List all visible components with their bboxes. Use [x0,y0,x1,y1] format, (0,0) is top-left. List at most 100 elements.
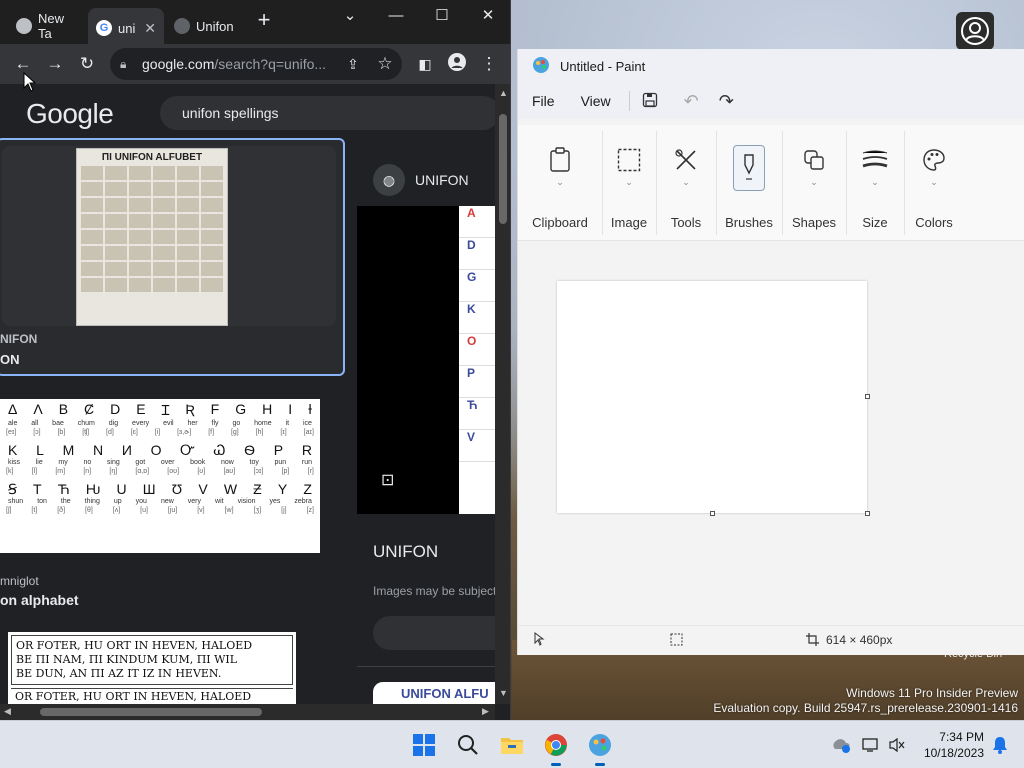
share-icon[interactable]: ⇪ [342,53,364,75]
divider [357,666,495,667]
alphabet-letter: L [36,442,44,458]
new-tab-button[interactable]: + [250,9,278,31]
google-search-input[interactable]: unifon spellings [160,96,495,130]
notification-bell-icon[interactable] [985,730,1015,760]
resize-handle-bottom[interactable] [710,511,715,516]
alphabet-letter: E [136,401,146,417]
file-explorer-icon[interactable] [497,730,527,760]
menu-divider [628,91,630,111]
close-tab-icon[interactable]: ✕ [144,20,156,37]
alphabet-letter: W [223,481,238,497]
user-avatar-icon[interactable] [956,12,994,50]
chrome-icon[interactable] [541,730,571,766]
forward-arrow-icon[interactable]: → [44,53,66,75]
ribbon-image[interactable]: ⌄ Image [602,125,656,241]
google-logo[interactable]: Google [26,98,114,130]
alphabet-ipa-row: [eɪ] [ɔ] [b] [ʧ] [d] [ɛ] [i] [ɜ,ɚ] [f] [g] [h] [ɪ] [… [2,429,318,436]
scrollbar-thumb[interactable] [499,114,507,224]
paint-menubar: File View ↶ ↷ [518,83,1024,119]
lords-prayer-image[interactable]: OR FOTER, HU ORT IN HEVEN, HALOED BE ΠI … [8,632,296,704]
image-result-selected[interactable]: ΠI UNIFON ALFUBET NIFON ON [0,138,345,376]
result-title[interactable]: ON [0,352,20,367]
alphabet-word: toy [249,459,259,466]
scroll-right-arrow-icon[interactable]: ▶ [482,706,489,717]
scroll-down-arrow-icon[interactable]: ▼ [499,688,508,698]
ribbon-size[interactable]: ⌄ Size [846,125,904,241]
security-icon[interactable] [826,730,856,760]
resize-handle-right[interactable] [865,394,870,399]
maximize-button[interactable]: ☐ [428,6,456,26]
url-path: /search?q=unifo... [214,56,327,72]
tab-search-chevron-icon[interactable]: ⌄ [336,6,364,26]
alphabet-letter: Ꮕ [180,442,195,458]
paint-icon[interactable] [585,730,615,766]
unifon-poster-image[interactable]: ΠI UNIFON ALFUBET [76,148,228,326]
ribbon-colors[interactable]: ⌄ Colors [904,125,964,241]
scrollbar-thumb[interactable] [40,708,262,716]
visit-button[interactable] [373,616,495,650]
selection-size-icon [670,633,683,649]
tab-google-search[interactable]: G uni ✕ [88,8,164,48]
taskbar: 7:34 PM 10/18/2023 [0,720,1024,768]
alphabet-letter: B [58,401,69,417]
profile-icon[interactable] [446,53,468,75]
tab-new-tab[interactable]: New Ta [8,10,88,42]
panel-title[interactable]: UNIFON [373,542,438,562]
ribbon-label: Brushes [725,215,773,230]
alphabet-chart-image[interactable]: Δ Λ B Ȼ D E Ɪ Ʀ F G H I Ɨale all bae chum dig every evil he… [0,399,320,553]
volume-muted-icon[interactable] [882,730,912,760]
chrome-menu-icon[interactable]: ⋮ [478,53,500,75]
start-icon[interactable] [409,730,439,760]
alphabet-ipa: [ʒ] [253,507,262,514]
menu-view[interactable]: View [581,93,611,109]
minimize-button[interactable]: — [382,6,410,26]
bookmark-star-icon[interactable]: ☆ [374,53,396,75]
alphabet-letter: P [273,442,284,458]
ribbon-label: Shapes [791,215,837,230]
alphabet-ipa: [k] [6,468,14,475]
preview-image[interactable]: ADGKOPЋV [357,206,495,514]
window-title: Untitled - Paint [560,58,646,74]
redo-icon[interactable]: ↷ [719,91,734,112]
result-title[interactable]: on alphabet [0,592,79,608]
alphabet-ipa: [r] [307,468,314,475]
google-lens-icon[interactable]: ⊡ [381,470,394,490]
clock[interactable]: 7:34 PM 10/18/2023 [918,729,984,761]
scroll-up-arrow-icon[interactable]: ▲ [499,88,508,98]
resize-handle-corner[interactable] [865,511,870,516]
side-panel-icon[interactable]: ◧ [414,53,436,75]
save-icon[interactable] [642,92,658,111]
ribbon-label: Tools [670,215,702,230]
panel-source[interactable]: ◍ UNIFON [373,164,469,196]
tab-unifon[interactable]: Unifon [166,10,246,42]
scroll-left-arrow-icon[interactable]: ◀ [4,706,11,717]
close-window-button[interactable]: ✕ [474,6,502,26]
chrome-icon [16,18,32,34]
alphabet-word: up [113,498,122,505]
watermark-line-1: Windows 11 Pro Insider Preview [846,686,1018,700]
alphabet-letter: И [121,442,132,458]
ribbon-label: Size [862,215,888,230]
url-domain: google.com [142,56,215,72]
ribbon-brushes[interactable]: Brushes [716,125,782,241]
alphabet-word: pun [274,459,287,466]
alphabet-letter: N [92,442,104,458]
ribbon-clipboard[interactable]: ⌄ Clipboard [518,125,602,241]
menu-file[interactable]: File [532,93,555,109]
reload-icon[interactable]: ↻ [76,53,98,75]
alphabet-ipa: [l] [31,468,38,475]
search-icon[interactable] [453,730,483,760]
alphabet-ipa: [m] [55,468,66,475]
alphabet-ipa: [f] [208,429,215,436]
alphabet-ipa: [ɔ] [33,429,41,436]
ribbon-tools[interactable]: ⌄ Tools [656,125,716,241]
ribbon-shapes[interactable]: ⌄ Shapes [782,125,846,241]
paint-canvas[interactable] [557,281,867,513]
strip-letter: A [459,206,495,238]
undo-icon[interactable]: ↶ [684,91,699,112]
vertical-scrollbar[interactable]: ▲ ▼ [495,84,510,704]
ribbon-label: Image [610,215,648,230]
related-image-thumb[interactable]: UNIFON ALFU [373,682,495,704]
horizontal-scrollbar[interactable]: ◀ ▶ [0,704,495,720]
alphabet-ipa: [h] [255,429,264,436]
